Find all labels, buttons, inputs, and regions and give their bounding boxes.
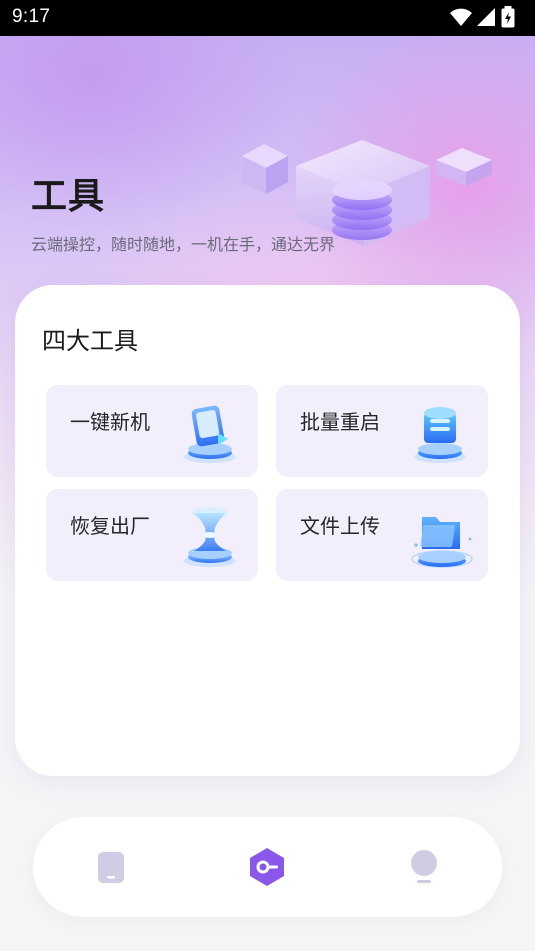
batch-restart-icon xyxy=(414,407,466,463)
tool-label: 文件上传 xyxy=(300,514,380,538)
tools-card: 四大工具 一键新机 批量重启 恢复出厂 文件上传 xyxy=(15,285,520,776)
cloud-server-illustration xyxy=(242,140,492,246)
tool-label: 批量重启 xyxy=(300,410,380,434)
phone-icon xyxy=(98,852,124,883)
tool-file-upload[interactable]: 文件上传 xyxy=(276,489,488,581)
wifi-icon xyxy=(450,8,472,26)
signal-icon xyxy=(477,8,495,26)
tools-icon xyxy=(250,848,284,886)
tool-one-key-new-phone[interactable]: 一键新机 xyxy=(46,385,258,477)
bottom-nav xyxy=(33,817,502,917)
status-bar: 9:17 xyxy=(0,0,535,36)
page-subtitle: 云端操控，随时随地，一机在手，通达无界 xyxy=(31,235,336,254)
tool-batch-restart[interactable]: 批量重启 xyxy=(276,385,488,477)
nav-item-profile[interactable] xyxy=(399,842,449,892)
nav-item-phone[interactable] xyxy=(86,842,136,892)
hourglass-icon xyxy=(184,507,236,567)
tool-factory-reset[interactable]: 恢复出厂 xyxy=(46,489,258,581)
page-title: 工具 xyxy=(31,176,106,217)
profile-icon xyxy=(411,850,437,883)
battery-charging-icon xyxy=(501,6,515,28)
phone-reset-icon xyxy=(184,405,236,463)
status-time: 9:17 xyxy=(12,6,51,27)
nav-item-tools[interactable] xyxy=(242,842,292,892)
folder-upload-icon xyxy=(411,517,473,568)
tool-label: 一键新机 xyxy=(70,410,150,434)
tools-section-title: 四大工具 xyxy=(42,327,138,355)
tool-label: 恢复出厂 xyxy=(70,514,150,538)
